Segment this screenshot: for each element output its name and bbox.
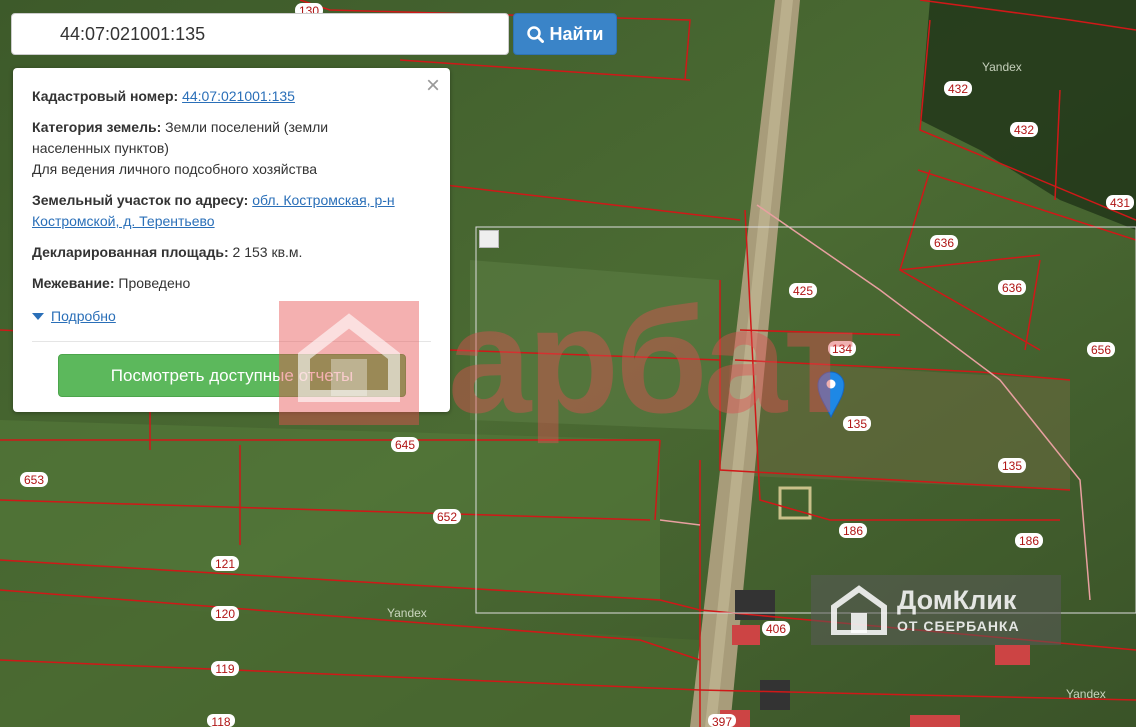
svg-text:656: 656 [1091, 343, 1111, 357]
yandex-label: Yandex [1066, 687, 1106, 701]
svg-text:652: 652 [437, 510, 457, 524]
parcel-label: 432 [944, 81, 972, 96]
area-label: Декларированная площадь: [32, 244, 229, 260]
parcel-label: 397 [708, 714, 736, 727]
details-link[interactable]: Подробно [51, 306, 116, 327]
search-button[interactable]: Найти [513, 13, 617, 55]
address-label: Земельный участок по адресу: [32, 192, 249, 208]
survey-label: Межевание: [32, 275, 115, 291]
parcel-label: 120 [211, 606, 239, 621]
svg-text:119: 119 [215, 662, 234, 676]
parcel-label: 118 [207, 714, 235, 727]
domclick-title: ДомКлик [897, 585, 1017, 615]
parcel-label: 636 [930, 235, 958, 250]
domclick-logo-icon [831, 585, 887, 635]
yandex-label: Yandex [982, 60, 1022, 74]
parcel-label: 186 [839, 523, 867, 538]
caret-down-icon [32, 313, 44, 320]
svg-text:636: 636 [934, 236, 954, 250]
svg-text:135: 135 [1002, 459, 1022, 473]
svg-text:432: 432 [1014, 123, 1034, 137]
parcel-label: 652 [433, 509, 461, 524]
parcel-label: 636 [998, 280, 1026, 295]
svg-text:186: 186 [1019, 534, 1039, 548]
parcel-label: 653 [20, 472, 48, 487]
svg-text:431: 431 [1110, 196, 1130, 210]
category-value: Земли поселений (земли [161, 119, 329, 135]
svg-text:121: 121 [215, 557, 235, 571]
svg-text:406: 406 [766, 622, 786, 636]
cadastral-number-label: Кадастровый номер: [32, 88, 179, 104]
arbat-logo-watermark [279, 301, 419, 425]
search-field [11, 13, 509, 55]
search-input[interactable] [60, 24, 490, 45]
close-icon[interactable]: × [426, 74, 440, 98]
house-logo-icon [298, 313, 400, 402]
svg-text:118: 118 [211, 715, 230, 727]
category-value-continued: населенных пунктов) [32, 140, 169, 156]
domclick-subtitle: ОТ СБЕРБАНКА [897, 618, 1020, 634]
svg-text:397: 397 [712, 715, 732, 727]
parcel-label: 119 [211, 661, 239, 676]
parcel-label: 431 [1106, 195, 1134, 210]
domclick-watermark: ДомКлик ОТ СБЕРБАНКА [811, 575, 1061, 645]
parcel-label: 645 [391, 437, 419, 452]
area-value: 2 153 кв.м. [228, 244, 303, 260]
address-link[interactable]: обл. Костромская, р-н [252, 192, 394, 208]
yandex-label: Yandex [387, 606, 427, 620]
svg-text:653: 653 [24, 473, 44, 487]
parcel-label: 135 [998, 458, 1026, 473]
broken-image-icon [479, 230, 499, 248]
svg-text:432: 432 [948, 82, 968, 96]
survey-value: Проведено [114, 275, 191, 291]
svg-text:120: 120 [215, 607, 235, 621]
parcel-label: 656 [1087, 342, 1115, 357]
address-link-continued[interactable]: Костромской, д. Терентьево [32, 213, 215, 229]
svg-text:645: 645 [395, 438, 415, 452]
svg-text:186: 186 [843, 524, 863, 538]
search-button-label: Найти [549, 23, 604, 44]
parcel-label: 432 [1010, 122, 1038, 137]
search-icon [526, 25, 544, 43]
land-use-value: Для ведения личного подсобного хозяйства [32, 161, 318, 177]
arbat-watermark: арбат [448, 276, 857, 444]
category-label: Категория земель: [32, 119, 162, 135]
parcel-label: 406 [762, 621, 790, 636]
svg-text:636: 636 [1002, 281, 1022, 295]
cadastral-number-link[interactable]: 44:07:021001:135 [182, 88, 295, 104]
parcel-label: 121 [211, 556, 239, 571]
parcel-label: 186 [1015, 533, 1043, 548]
